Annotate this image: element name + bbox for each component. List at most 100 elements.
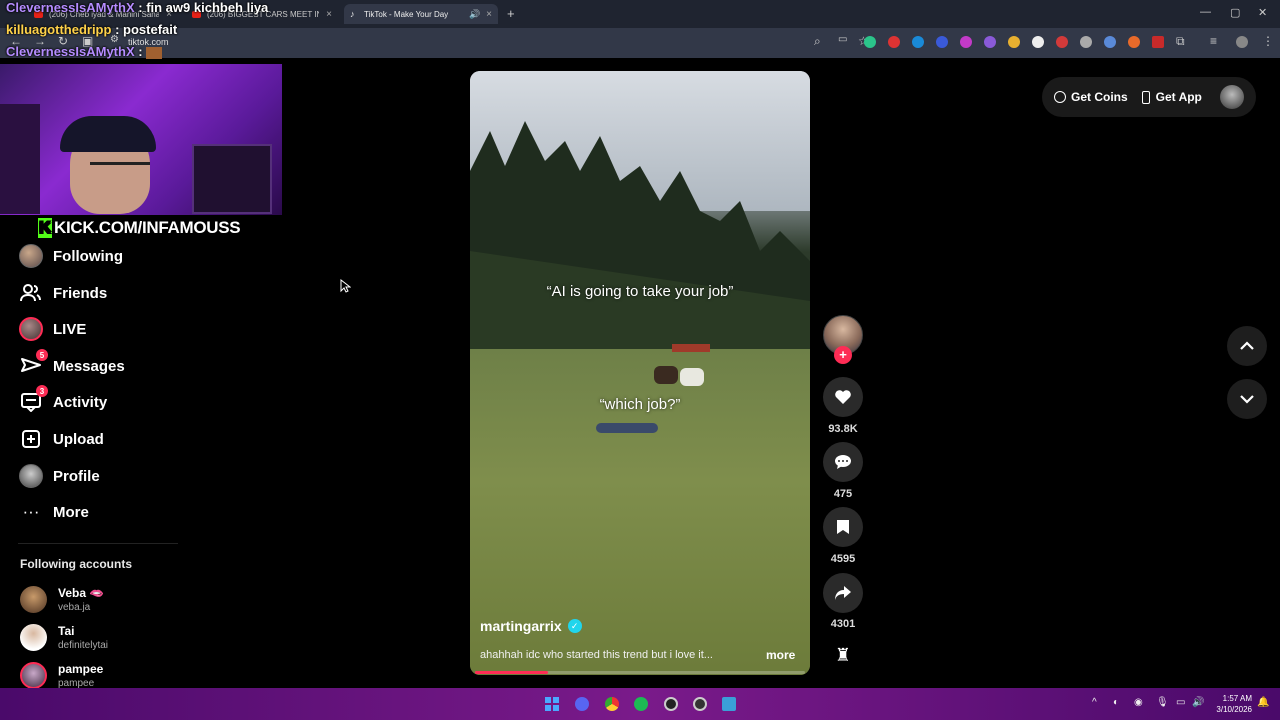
sidebar-item-activity[interactable]: 3 Activity <box>18 385 107 416</box>
tiktok-icon: ♪ <box>350 9 355 19</box>
windows-start-icon[interactable] <box>545 697 559 711</box>
extension-icon[interactable] <box>1152 36 1164 48</box>
account-avatar <box>20 586 47 613</box>
sidebar-item-label: Messages <box>53 357 125 375</box>
extension-icon[interactable] <box>1104 36 1116 48</box>
user-avatar[interactable] <box>1219 85 1244 109</box>
extension-icon[interactable] <box>936 36 948 48</box>
more-description-button[interactable]: more <box>766 648 795 662</box>
chrome-icon[interactable] <box>605 697 619 711</box>
webcam-background <box>192 144 272 214</box>
maximize-icon[interactable]: ▢ <box>1230 6 1240 19</box>
streamer-cap <box>60 116 156 152</box>
chat-message: ClevernessIsAMythX : <box>6 44 163 59</box>
chat-text: : <box>138 44 143 59</box>
chevron-up-icon <box>1240 341 1254 350</box>
sidebar-item-more[interactable]: ··· More <box>18 498 89 526</box>
share-button[interactable] <box>823 573 863 613</box>
microphone-icon[interactable]: 🎙 <box>1156 697 1169 708</box>
coin-icon <box>1054 91 1066 103</box>
notification-bell-icon[interactable]: 🔔 <box>1257 697 1269 708</box>
video-player[interactable] <box>470 71 810 675</box>
close-tab-icon[interactable]: × <box>486 9 492 20</box>
account-handle: veba.ja <box>58 602 91 613</box>
video-horse <box>680 368 704 386</box>
messages-badge: 5 <box>36 349 48 361</box>
media-controls-icon[interactable]: ≡ <box>1210 34 1217 48</box>
video-progress-bar[interactable] <box>475 671 805 674</box>
account-item[interactable]: pampee pampee <box>20 662 103 689</box>
share-count: 4301 <box>830 618 856 630</box>
like-button[interactable] <box>823 377 863 417</box>
chat-message: killuagotthedripp : postefait <box>6 22 177 37</box>
close-tab-icon[interactable]: × <box>326 9 332 20</box>
sidebar-item-following[interactable]: Following <box>18 242 123 270</box>
extension-icon[interactable] <box>912 36 924 48</box>
video-shed <box>672 344 710 352</box>
sidebar-item-live[interactable]: LIVE <box>18 315 86 343</box>
sidebar-item-friends[interactable]: Friends <box>18 279 107 307</box>
app-icon[interactable] <box>722 697 736 711</box>
music-disc-icon[interactable]: ♜ <box>834 645 852 667</box>
sidebar-item-upload[interactable]: Upload <box>18 425 104 453</box>
video-username[interactable]: martingarrix ✓ <box>480 618 582 634</box>
follow-plus-button[interactable]: + <box>834 346 852 364</box>
sidebar-item-messages[interactable]: 5 Messages <box>18 349 125 380</box>
next-video-button[interactable] <box>1227 379 1267 419</box>
extension-icon[interactable] <box>1056 36 1068 48</box>
get-coins-button[interactable]: Get Coins <box>1054 90 1128 104</box>
extension-icon[interactable] <box>1080 36 1092 48</box>
new-tab-button[interactable]: + <box>507 6 515 21</box>
get-app-button[interactable]: Get App <box>1141 90 1202 104</box>
comment-button[interactable] <box>823 442 863 482</box>
kick-logo-icon: K <box>38 218 52 238</box>
extensions-puzzle-icon[interactable]: ⧉ <box>1176 34 1185 49</box>
extension-icon[interactable] <box>1008 36 1020 48</box>
discord-icon[interactable] <box>575 697 589 711</box>
browser-menu-icon[interactable]: ⋮ <box>1262 34 1274 48</box>
account-item[interactable]: Veba 🫦 veba.ja <box>20 586 104 613</box>
account-item[interactable]: Tai definitelytai <box>20 624 108 651</box>
video-horse <box>654 366 678 384</box>
like-count: 93.8K <box>828 423 858 435</box>
video-caption-mid: “which job?” <box>599 396 681 413</box>
share-arrow-icon <box>835 586 851 600</box>
kick-channel-label: K KICK.COM/INFAMOUSS <box>38 218 241 238</box>
extension-icon[interactable] <box>960 36 972 48</box>
zoom-icon[interactable]: ⌕ <box>814 34 821 49</box>
app-icon[interactable] <box>693 697 707 711</box>
extension-icon[interactable] <box>984 36 996 48</box>
get-coins-label: Get Coins <box>1071 90 1128 104</box>
speaker-icon[interactable]: 🔊 <box>469 9 480 20</box>
video-person-lying <box>596 423 658 433</box>
tray-chevron-icon[interactable]: ^ <box>1092 697 1097 708</box>
spotify-icon[interactable] <box>634 697 648 711</box>
extension-icon[interactable] <box>1032 36 1044 48</box>
save-button[interactable] <box>823 507 863 547</box>
video-username-text: martingarrix <box>480 618 562 634</box>
sidebar-divider <box>18 543 178 544</box>
chat-username: ClevernessIsAMythX <box>6 44 135 59</box>
activity-badge: 3 <box>36 385 48 397</box>
tray-discord-icon[interactable]: ◉ <box>1134 697 1143 708</box>
chat-username: ClevernessIsAMythX <box>6 0 135 15</box>
obs-icon[interactable] <box>664 697 678 711</box>
extension-icon[interactable] <box>888 36 900 48</box>
cast-icon[interactable]: ▭ <box>838 34 847 45</box>
minimize-icon[interactable]: — <box>1200 6 1211 18</box>
ellipsis-icon: ··· <box>22 502 40 521</box>
extension-icon[interactable] <box>1128 36 1140 48</box>
network-icon[interactable]: ▭ <box>1176 697 1185 708</box>
tray-app-icon[interactable]: ◐ <box>1113 697 1119 708</box>
close-window-icon[interactable]: ✕ <box>1258 6 1267 19</box>
volume-icon[interactable]: 🔊 <box>1192 697 1204 708</box>
taskbar-clock[interactable]: 1:57 AM 3/10/2026 <box>1208 693 1252 715</box>
sidebar-item-profile[interactable]: Profile <box>18 462 100 490</box>
account-name: Veba 🫦 <box>58 586 105 600</box>
previous-video-button[interactable] <box>1227 326 1267 366</box>
video-caption-top: “AI is going to take your job” <box>546 283 734 300</box>
browser-tab-3[interactable]: ♪ TikTok - Make Your Day 🔊 × <box>344 4 498 24</box>
extension-icon[interactable] <box>864 36 876 48</box>
profile-avatar-icon[interactable] <box>1236 36 1248 48</box>
account-names: Veba 🫦 veba.ja <box>58 586 104 613</box>
